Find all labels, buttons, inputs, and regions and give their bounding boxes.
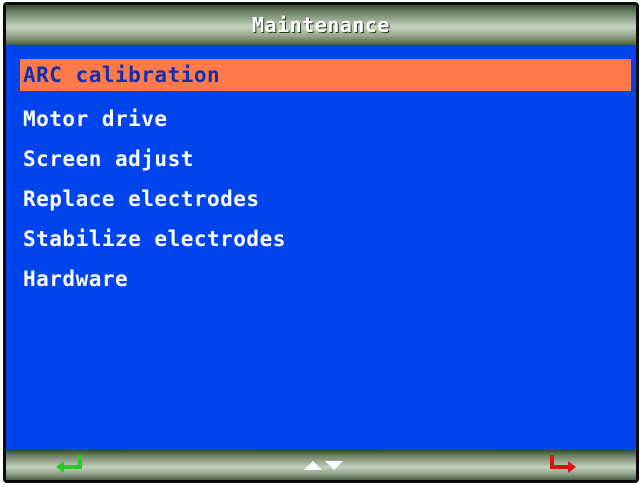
- maintenance-menu: ARC calibration Motor drive Screen adjus…: [6, 59, 636, 299]
- enter-arrow-icon: [56, 455, 82, 473]
- menu-item-stabilize-electrodes[interactable]: Stabilize electrodes: [6, 219, 636, 259]
- up-down-arrows-icon: [304, 461, 343, 470]
- lcd-screen: Maintenance ARC calibration Motor drive …: [6, 5, 636, 480]
- softkey-bar: [6, 450, 636, 480]
- navigate-softkey[interactable]: [298, 450, 350, 480]
- device-frame: Maintenance ARC calibration Motor drive …: [3, 2, 639, 483]
- back-arrow-icon: [550, 455, 576, 473]
- page-title: Maintenance: [252, 13, 390, 37]
- title-bar: Maintenance: [6, 5, 636, 45]
- back-softkey[interactable]: [542, 450, 582, 480]
- menu-item-hardware[interactable]: Hardware: [6, 259, 636, 299]
- enter-softkey[interactable]: [50, 450, 90, 480]
- menu-item-replace-electrodes[interactable]: Replace electrodes: [6, 179, 636, 219]
- menu-item-screen-adjust[interactable]: Screen adjust: [6, 139, 636, 179]
- menu-item-motor-drive[interactable]: Motor drive: [6, 99, 636, 139]
- menu-item-arc-calibration[interactable]: ARC calibration: [20, 59, 631, 91]
